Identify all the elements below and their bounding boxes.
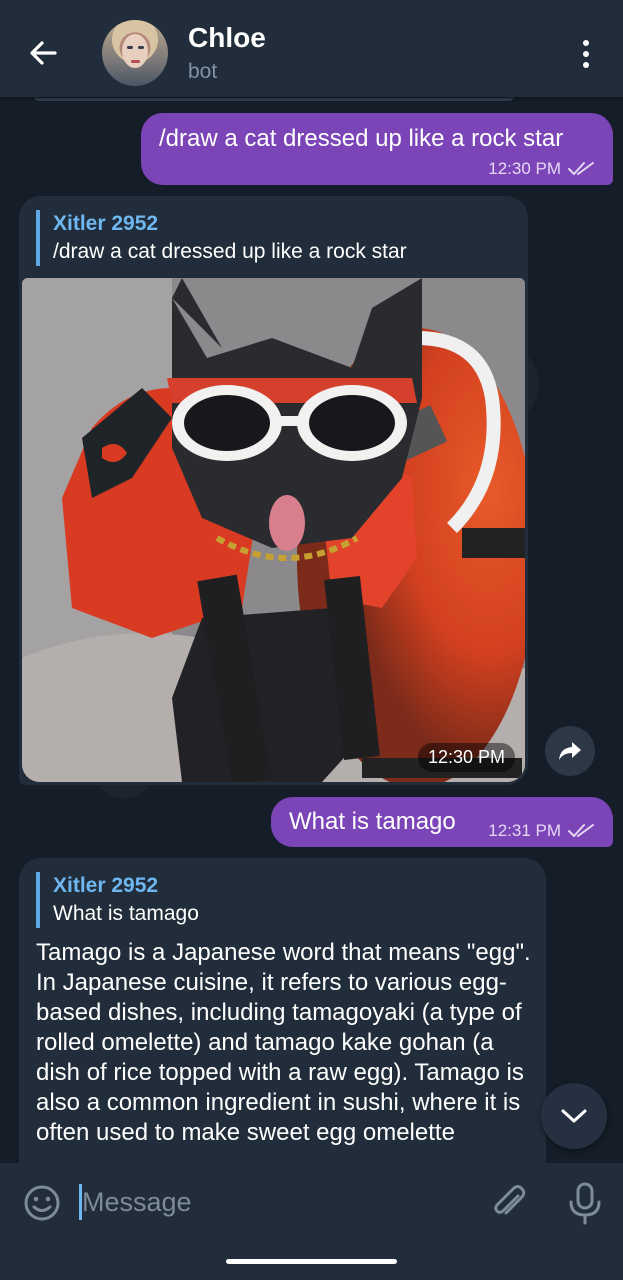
attach-button[interactable] [488,1182,530,1224]
share-icon [559,742,581,760]
incoming-photo-message[interactable]: Xitler 2952 /draw a cat dressed up like … [19,196,528,785]
message-time: 12:31 PM [488,821,561,840]
reply-text: /draw a cat dressed up like a rock star [53,240,407,263]
cat-rockstar-image [22,278,525,782]
more-vert-icon [583,40,589,46]
reply-quote[interactable]: Xitler 2952 What is tamago [36,872,199,928]
message-composer [0,1163,623,1243]
reply-author: Xitler 2952 [53,874,159,897]
more-menu-button[interactable] [566,32,606,76]
generated-image[interactable]: 12:30 PM [22,278,525,782]
message-time: 12:30 PM [488,159,561,178]
paperclip-icon [494,1185,526,1215]
outgoing-message[interactable]: /draw a cat dressed up like a rock star … [141,113,613,185]
chat-title[interactable]: Chloe [188,22,266,54]
emoji-icon [24,1185,60,1221]
incoming-message[interactable]: Xitler 2952 What is tamago Tamago is a J… [19,858,546,1188]
message-text: Tamago is a Japanese word that means "eg… [36,939,531,1146]
microphone-icon [569,1182,601,1225]
back-button[interactable] [18,30,68,76]
message-meta: 12:31 PM [488,821,595,841]
share-button[interactable] [545,726,595,776]
system-navigation-bar [0,1243,623,1280]
reply-quote[interactable]: Xitler 2952 /draw a cat dressed up like … [36,210,407,266]
chat-header: Chloe bot [0,0,623,97]
scroll-down-button[interactable] [541,1083,607,1149]
emoji-button[interactable] [22,1183,62,1223]
message-meta: 12:30 PM [488,159,595,179]
avatar[interactable] [102,20,168,86]
double-check-icon [568,162,594,175]
message-text: /draw a cat dressed up like a rock star [159,125,564,152]
voice-record-button[interactable] [563,1180,607,1226]
message-text: What is tamago [289,808,456,835]
double-check-icon [568,824,594,837]
chat-screen: Chloe bot /draw a cat dressed up like a … [0,0,623,1280]
reply-text: What is tamago [53,902,199,925]
message-input[interactable] [82,1181,472,1223]
back-arrow-icon [30,41,57,65]
home-indicator[interactable] [226,1259,397,1264]
outgoing-message[interactable]: What is tamago 12:31 PM [271,797,613,847]
chat-subtitle: bot [188,60,218,83]
chevron-down-icon [561,1109,587,1123]
reply-author: Xitler 2952 [53,212,159,235]
photo-time: 12:30 PM [417,743,515,772]
